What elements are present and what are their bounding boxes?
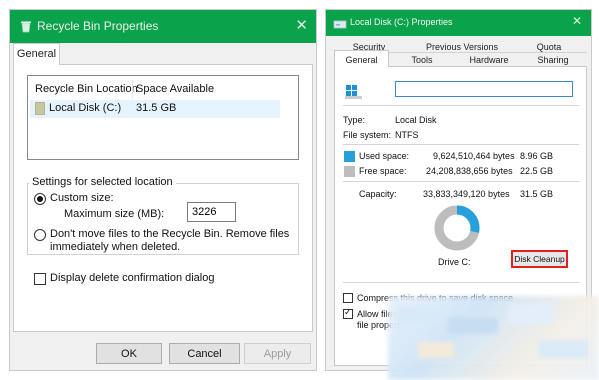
free-space-swatch	[344, 166, 355, 177]
free-space-label: Free space:	[359, 166, 407, 176]
filesystem-label: File system:	[343, 130, 392, 140]
drive-icon	[333, 17, 347, 35]
used-space-bytes: 9,624,510,464 bytes	[433, 151, 515, 161]
max-size-input[interactable]	[187, 202, 236, 222]
drive-large-icon	[344, 84, 364, 105]
recycle-bin-location-list[interactable]: Recycle Bin Location Space Available Loc…	[27, 75, 299, 160]
list-item[interactable]: Local Disk (C:) 31.5 GB	[30, 100, 280, 118]
title-bar[interactable]: Local Disk (C:) Properties ✕	[326, 10, 591, 36]
filesystem-value: NTFS	[395, 130, 419, 140]
tab-quota-label: Quota	[536, 42, 562, 52]
drive-label: Drive C:	[438, 257, 471, 267]
display-confirm-label: Display delete confirmation dialog	[50, 272, 215, 284]
space-cell: 31.5 GB	[136, 102, 177, 114]
custom-size-radio[interactable]	[34, 193, 46, 205]
free-space-bytes: 24,208,838,656 bytes	[426, 166, 513, 176]
used-space-gb: 8.96 GB	[520, 151, 554, 161]
tab-previous-versions-label: Previous Versions	[425, 42, 499, 52]
column-header-location[interactable]: Recycle Bin Location	[35, 83, 138, 95]
free-space-gb: 22.5 GB	[520, 166, 554, 176]
blur-patch	[448, 318, 498, 334]
allow-index-checkbox[interactable]: ✓	[343, 307, 353, 319]
column-header-space[interactable]: Space Available	[136, 83, 214, 95]
tab-tools-label: Tools	[411, 55, 433, 65]
dont-move-radio[interactable]	[34, 229, 46, 241]
tab-general[interactable]: General	[13, 43, 60, 65]
recycle-bin-properties-window: Recycle Bin Properties ✕ General Recycle…	[9, 9, 317, 371]
close-icon[interactable]: ✕	[572, 14, 582, 28]
drive-icon	[35, 102, 45, 115]
settings-group-title: Settings for selected location	[29, 176, 176, 188]
used-space-swatch	[344, 151, 355, 162]
capacity-gb: 31.5 GB	[520, 189, 554, 199]
recycle-bin-icon	[19, 19, 33, 38]
window-title: Recycle Bin Properties	[37, 19, 159, 33]
max-size-label: Maximum size (MB):	[64, 208, 165, 220]
blur-patch	[418, 342, 454, 358]
disk-usage-donut	[434, 205, 480, 251]
type-value: Local Disk	[395, 115, 437, 125]
check-icon: ✓	[344, 307, 352, 317]
divider	[343, 181, 579, 182]
title-bar[interactable]: Recycle Bin Properties ✕	[10, 10, 316, 43]
cancel-button[interactable]: Cancel	[169, 343, 240, 364]
location-cell: Local Disk (C:)	[49, 102, 122, 114]
tab-sharing-label: Sharing	[537, 55, 569, 65]
disk-cleanup-button[interactable]: Disk Cleanup	[511, 250, 568, 268]
drive-name-input[interactable]	[395, 81, 573, 97]
capacity-bytes: 33,833,349,120 bytes	[423, 189, 510, 199]
general-tab-panel: Recycle Bin Location Space Available Loc…	[13, 64, 313, 332]
blur-patch	[538, 340, 588, 358]
window-title: Local Disk (C:) Properties	[350, 17, 453, 27]
tab-general-label: General	[16, 48, 57, 60]
capacity-label: Capacity:	[359, 189, 397, 199]
compress-checkbox[interactable]	[343, 293, 353, 303]
display-confirm-checkbox[interactable]	[34, 273, 46, 285]
tab-general[interactable]: General	[334, 50, 389, 67]
divider	[343, 282, 579, 283]
tab-hardware-label: Hardware	[469, 55, 509, 65]
dont-move-label-line2: immediately when deleted.	[50, 241, 181, 253]
apply-button[interactable]: Apply	[244, 343, 311, 364]
custom-size-label: Custom size:	[50, 192, 114, 204]
ok-button[interactable]: OK	[96, 343, 162, 364]
used-space-label: Used space:	[359, 151, 410, 161]
radio-selected-dot	[37, 196, 43, 202]
close-icon[interactable]: ✕	[295, 16, 308, 34]
divider	[343, 105, 579, 106]
blur-patch	[398, 306, 438, 324]
disk-cleanup-label: Disk Cleanup	[514, 254, 565, 264]
tab-general-label: General	[345, 55, 378, 65]
divider	[343, 144, 579, 145]
column-divider	[132, 80, 133, 98]
blur-patch	[508, 304, 553, 324]
blurred-overlay	[388, 296, 599, 380]
type-label: Type:	[343, 115, 366, 125]
dont-move-label-line1: Don't move files to the Recycle Bin. Rem…	[50, 228, 290, 240]
